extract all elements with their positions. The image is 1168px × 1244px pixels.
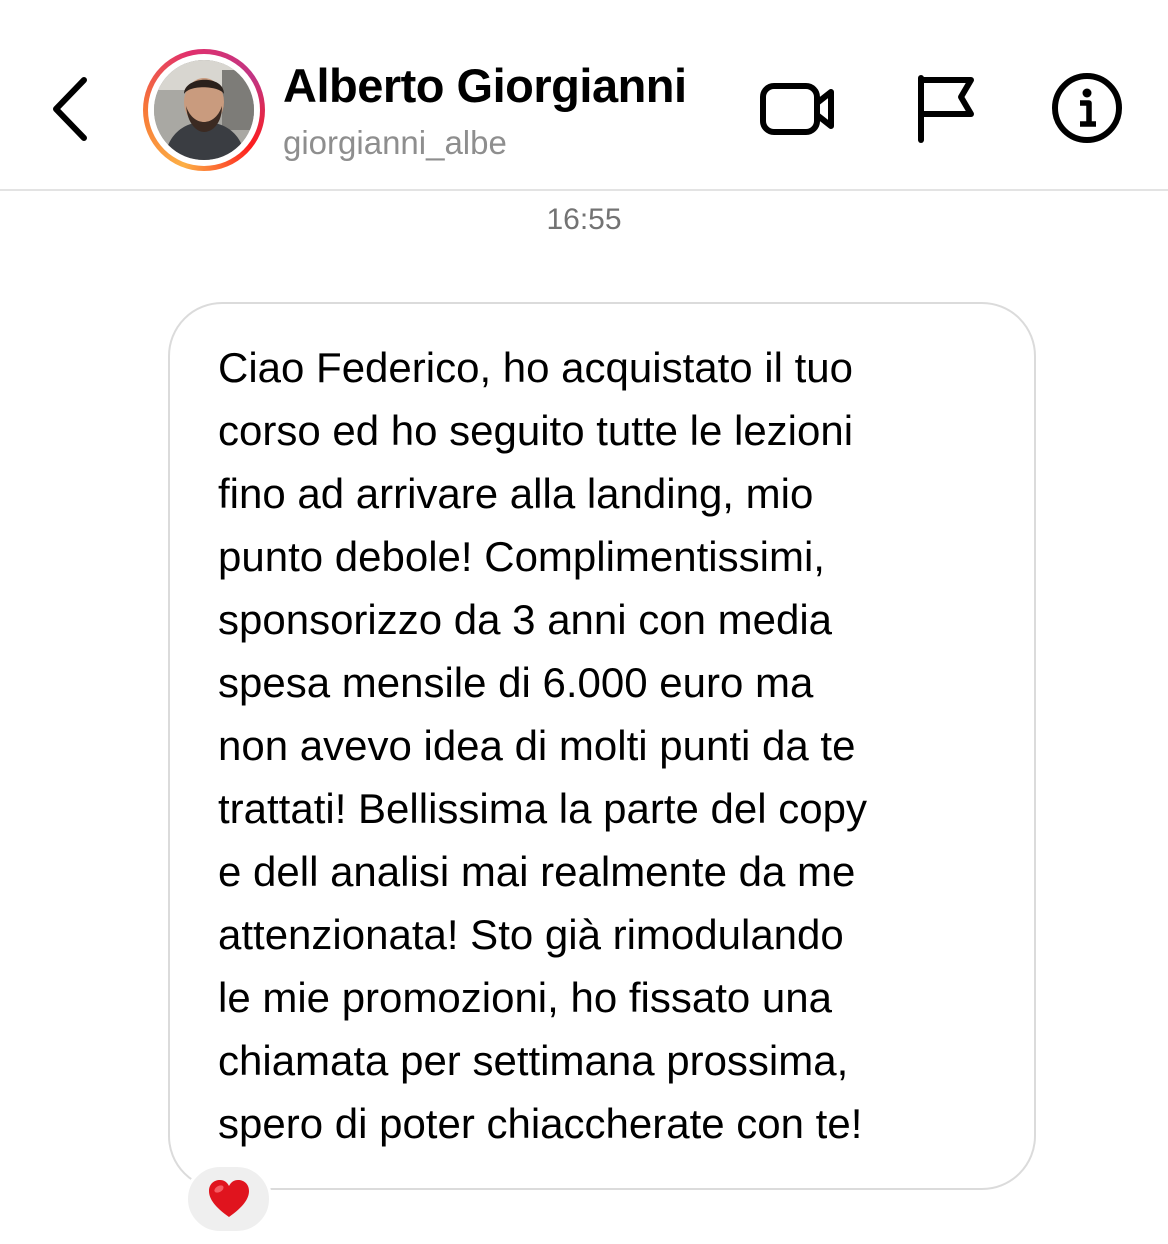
back-chevron-icon: [53, 77, 87, 141]
video-camera-icon: [760, 83, 834, 135]
contact-name[interactable]: Alberto Giorgianni: [283, 58, 687, 113]
video-call-button[interactable]: [757, 76, 839, 142]
message-text: Ciao Federico, ho acquistato il tuo cors…: [218, 344, 867, 1147]
avatar-photo: [154, 60, 254, 160]
message-bubble[interactable]: Ciao Federico, ho acquistato il tuo cors…: [168, 302, 1036, 1190]
message-reaction[interactable]: [185, 1164, 272, 1234]
avatar: [154, 60, 254, 160]
red-heart-icon: [209, 1180, 249, 1217]
message-timestamp: 16:55: [546, 203, 622, 236]
chat-header: Alberto Giorgianni giorgianni_albe: [0, 0, 1168, 191]
conversation-info-button[interactable]: [1050, 71, 1124, 145]
flag-icon: [918, 75, 974, 143]
info-icon: [1052, 73, 1122, 143]
contact-avatar-story-ring[interactable]: [143, 49, 265, 171]
report-button[interactable]: [913, 72, 979, 144]
contact-username: giorgianni_albe: [283, 124, 507, 161]
back-button[interactable]: [44, 74, 96, 144]
